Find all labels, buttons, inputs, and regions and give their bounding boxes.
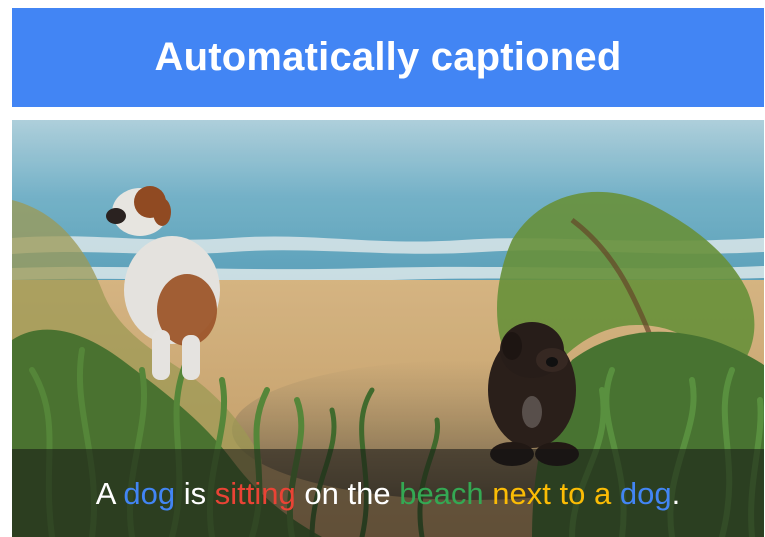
caption-word-dog: dog [123,475,176,511]
caption-word-dog-2: dog [619,475,672,511]
title-banner: Automatically captioned [12,8,764,107]
caption-word-on-the: on the [304,475,391,511]
caption-word-is: is [183,475,207,511]
slide: Automatically captioned A dog is sitting… [0,0,765,537]
caption-word-next-to-a: next to a [492,475,612,511]
caption-word-sitting: sitting [214,475,296,511]
beach-photo: A dog is sitting on the beach next to a … [12,120,764,537]
caption-word-beach: beach [399,475,484,511]
caption-period: . [671,475,681,511]
caption-bar: A dog is sitting on the beach next to a … [12,449,764,537]
caption-text: A dog is sitting on the beach next to a … [96,478,680,509]
banner-title: Automatically captioned [154,35,622,79]
caption-word-a: A [95,475,115,511]
